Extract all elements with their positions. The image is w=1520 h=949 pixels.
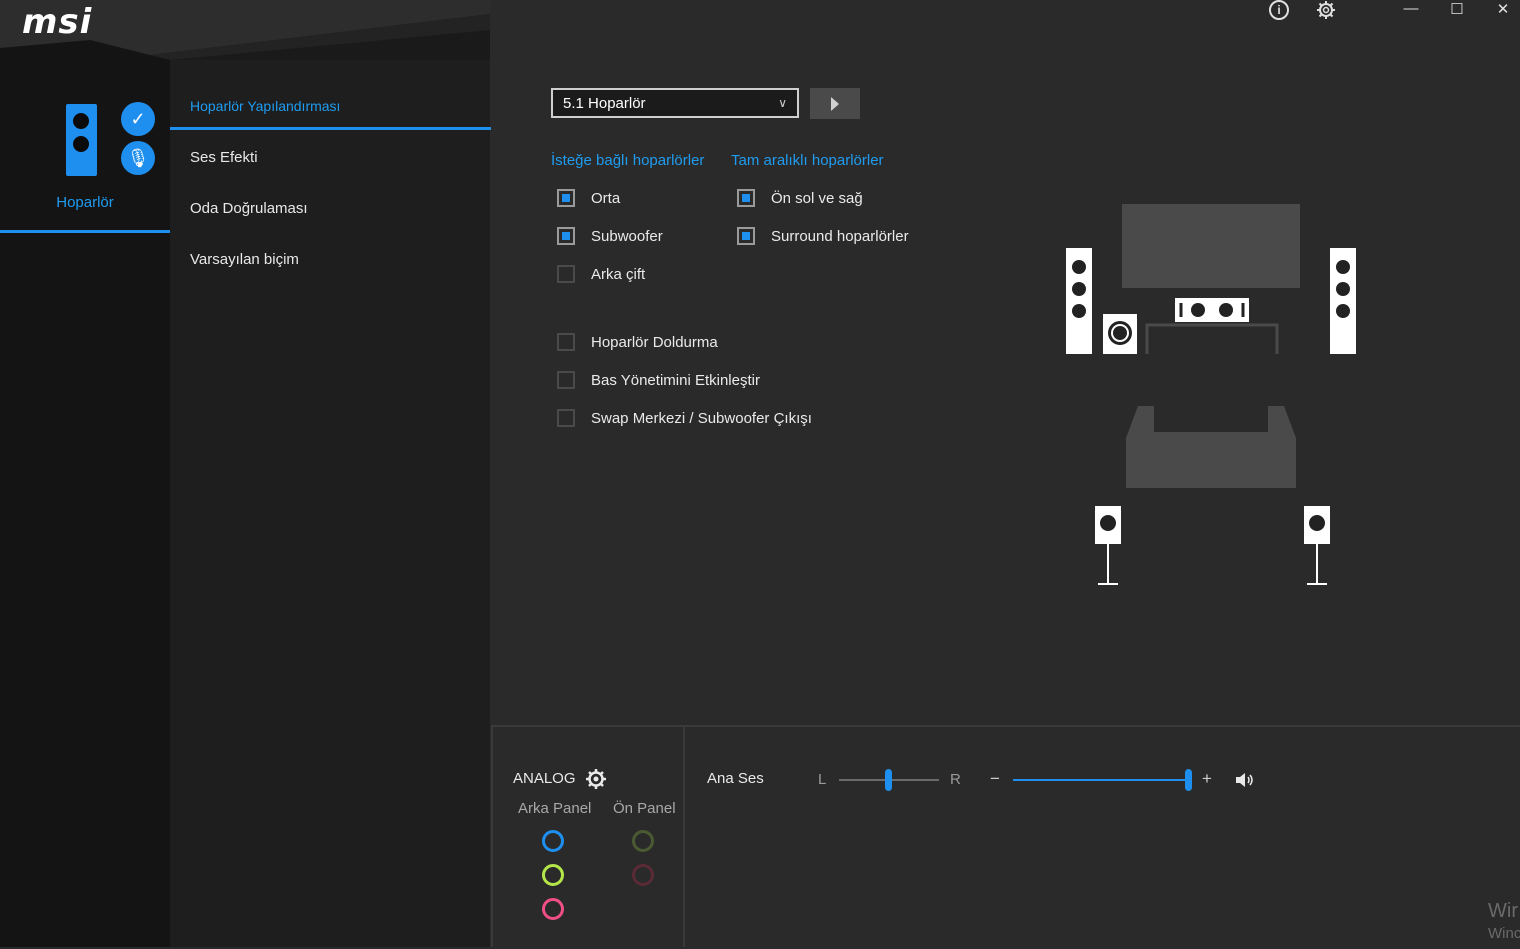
checkbox[interactable]	[737, 227, 755, 245]
checkbox[interactable]	[557, 189, 575, 207]
volume-plus-label[interactable]: +	[1202, 769, 1212, 789]
rear-jack-blue[interactable]	[542, 830, 564, 852]
chevron-down-icon: ∨	[778, 96, 787, 110]
option-front-lr[interactable]: Ön sol ve sağ	[737, 189, 863, 207]
play-icon	[831, 96, 839, 111]
option-bass-management[interactable]: Bas Yönetimini Etkinleştir	[557, 371, 760, 389]
subwoofer-speaker-icon[interactable]	[1103, 314, 1137, 354]
menu-item-speaker-config[interactable]: Hoparlör Yapılandırması	[190, 98, 340, 114]
msi-logo: msi	[22, 2, 93, 42]
center-speaker-icon[interactable]	[1175, 298, 1249, 322]
microphone-badge-icon: 🎙	[121, 141, 155, 175]
close-button[interactable]: ✕	[1493, 0, 1513, 18]
option-subwoofer[interactable]: Subwoofer	[557, 227, 663, 245]
windows-activation-watermark-sub: Winc	[1488, 925, 1520, 942]
analog-label: ANALOG	[513, 770, 576, 787]
option-speaker-fill[interactable]: Hoparlör Doldurma	[557, 333, 718, 351]
surround-left-speaker-icon[interactable]	[1095, 506, 1121, 585]
option-label: Subwoofer	[591, 227, 663, 245]
balance-left-label: L	[818, 771, 827, 788]
tv-screen	[1122, 204, 1300, 288]
maximize-button[interactable]: ☐	[1447, 0, 1467, 18]
windows-activation-watermark: Wir	[1488, 900, 1518, 922]
check-badge-icon: ✓	[121, 102, 155, 136]
menu-item-room-correction[interactable]: Oda Doğrulaması	[190, 200, 308, 217]
speaker-device-icon[interactable]	[66, 104, 97, 176]
device-label[interactable]: Hoparlör	[0, 194, 170, 211]
front-jack-pink[interactable]	[632, 864, 654, 886]
checkbox[interactable]	[557, 333, 575, 351]
divider	[683, 727, 685, 947]
divider	[491, 727, 493, 947]
menu-item-sound-effect[interactable]: Ses Efekti	[190, 149, 258, 166]
front-panel-label: Ön Panel	[613, 800, 676, 817]
info-icon[interactable]: i	[1269, 0, 1289, 20]
option-rear-pair[interactable]: Arka çift	[557, 265, 645, 283]
option-surround[interactable]: Surround hoparlörler	[737, 227, 909, 245]
checkbox[interactable]	[557, 227, 575, 245]
volume-slider-track[interactable]	[1013, 779, 1189, 781]
play-test-button[interactable]	[810, 88, 860, 119]
rear-panel-label: Arka Panel	[518, 800, 592, 817]
tv-stand	[1145, 323, 1279, 354]
speaker-config-select[interactable]: 5.1 Hoparlör ∨	[551, 88, 799, 118]
balance-slider-thumb[interactable]	[885, 769, 892, 791]
option-label: Bas Yönetimini Etkinleştir	[591, 371, 760, 389]
rear-jack-green[interactable]	[542, 864, 564, 886]
balance-right-label: R	[950, 771, 961, 788]
speaker-layout-diagram	[1066, 204, 1356, 585]
sofa-icon	[1126, 406, 1296, 488]
option-label: Swap Merkezi / Subwoofer Çıkışı	[591, 409, 812, 427]
option-label: Surround hoparlörler	[771, 227, 909, 245]
settings-menu	[170, 60, 490, 947]
checkbox[interactable]	[557, 409, 575, 427]
option-swap-center-sub[interactable]: Swap Merkezi / Subwoofer Çıkışı	[557, 409, 812, 427]
front-left-speaker-icon[interactable]	[1066, 248, 1092, 354]
front-jack-green[interactable]	[632, 830, 654, 852]
option-label: Arka çift	[591, 265, 646, 283]
device-selected-indicator	[0, 230, 170, 233]
gear-icon[interactable]	[1315, 0, 1337, 20]
speaker-config-value: 5.1 Hoparlör	[563, 94, 646, 112]
volume-minus-label[interactable]: −	[990, 769, 1000, 789]
option-center[interactable]: Orta	[557, 189, 620, 207]
checkbox[interactable]	[557, 265, 575, 283]
master-volume-label: Ana Ses	[707, 770, 764, 787]
speaker-volume-icon[interactable]	[1234, 771, 1256, 789]
menu-active-indicator	[170, 127, 491, 130]
checkbox[interactable]	[557, 371, 575, 389]
minimize-button[interactable]: —	[1401, 0, 1421, 17]
checkbox[interactable]	[737, 189, 755, 207]
optional-speakers-header: İsteğe bağlı hoparlörler	[551, 152, 705, 169]
fullrange-speakers-header: Tam aralıklı hoparlörler	[731, 152, 884, 169]
volume-slider-thumb[interactable]	[1185, 769, 1192, 791]
option-label: Ön sol ve sağ	[771, 189, 863, 207]
analog-settings-gear-icon[interactable]	[585, 768, 607, 790]
menu-item-default-format[interactable]: Varsayılan biçim	[190, 251, 299, 268]
option-label: Hoparlör Doldurma	[591, 333, 718, 351]
rear-jack-pink[interactable]	[542, 898, 564, 920]
surround-right-speaker-icon[interactable]	[1304, 506, 1330, 585]
front-right-speaker-icon[interactable]	[1330, 248, 1356, 354]
option-label: Orta	[591, 189, 621, 207]
